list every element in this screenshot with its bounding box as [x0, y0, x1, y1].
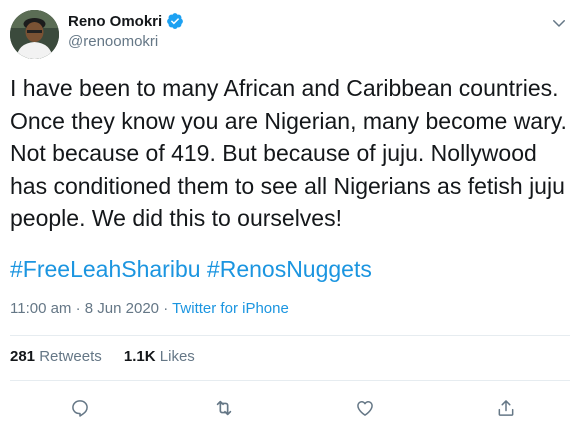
retweets-label: Retweets [39, 348, 102, 365]
likes-label: Likes [159, 348, 195, 365]
likes-stat[interactable]: 1.1K Likes [124, 348, 195, 365]
share-icon [498, 400, 514, 416]
divider [10, 380, 570, 381]
tweet-meta: 11:00 am · 8 Jun 2020 · Twitter for iPho… [10, 300, 289, 317]
verified-badge-icon [167, 13, 184, 29]
action-bar [0, 394, 580, 422]
tweet-card: Reno Omokri @renoomokri I have been to m… [0, 0, 580, 427]
like-icon [357, 401, 373, 416]
meta-separator: · [75, 300, 81, 317]
author-handle[interactable]: @renoomokri [68, 33, 158, 50]
share-button[interactable] [492, 394, 520, 422]
tweet-source-link[interactable]: Twitter for iPhone [172, 300, 289, 317]
avatar-image [10, 10, 59, 59]
retweets-stat[interactable]: 281 Retweets [10, 348, 102, 365]
tweet-date[interactable]: 8 Jun 2020 [85, 300, 159, 317]
reply-button[interactable] [66, 394, 94, 422]
hashtag-link[interactable]: #FreeLeahSharibu [10, 256, 201, 282]
hashtags: #FreeLeahSharibu #RenosNuggets [10, 256, 372, 283]
tweet-time[interactable]: 11:00 am [10, 300, 71, 317]
reply-icon [72, 400, 88, 417]
retweets-count: 281 [10, 348, 36, 365]
author-name[interactable]: Reno Omokri [68, 13, 162, 30]
likes-count: 1.1K [123, 348, 156, 365]
tweet-text: I have been to many African and Caribbea… [10, 75, 567, 231]
chevron-down-icon[interactable] [550, 14, 568, 32]
hashtag-link[interactable]: #RenosNuggets [207, 256, 372, 282]
divider [10, 335, 570, 336]
like-button[interactable] [351, 394, 379, 422]
retweet-icon [216, 400, 232, 416]
tweet-stats: 281 Retweets 1.1K Likes [10, 348, 213, 365]
avatar[interactable] [10, 10, 59, 59]
meta-separator: · [163, 300, 169, 317]
author-name-row[interactable]: Reno Omokri [68, 12, 184, 30]
retweet-button[interactable] [210, 394, 238, 422]
